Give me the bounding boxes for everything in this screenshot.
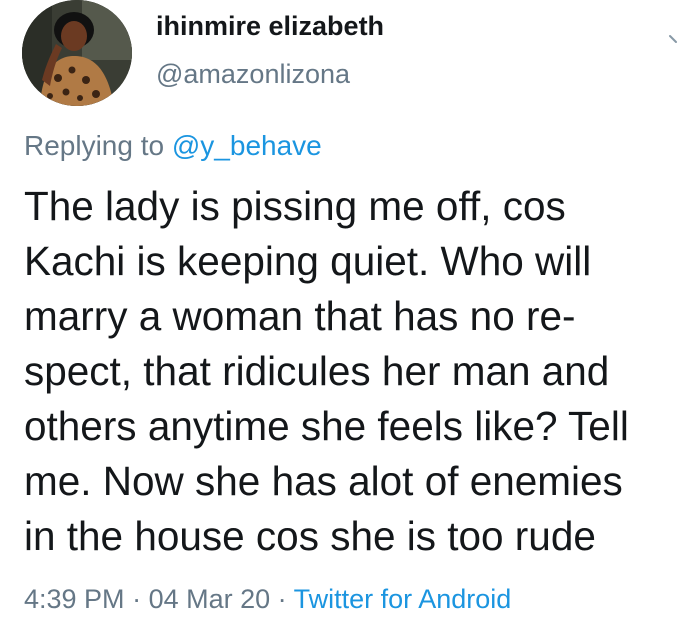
meta-separator: · — [124, 584, 149, 614]
reply-to-link[interactable]: @y_behave — [172, 130, 322, 161]
tweet-line: spect, that ridicules her man and — [24, 348, 610, 394]
user-handle[interactable]: @amazonlizona — [156, 59, 350, 90]
tweet-line: marry a woman that has no re- — [24, 293, 576, 339]
tweet-line: in the house cos she is too rude — [24, 513, 596, 559]
display-name[interactable]: ihinmire elizabeth — [156, 11, 384, 42]
tweet-meta: 4:39 PM · 04 Mar 20 · Twitter for Androi… — [24, 584, 511, 615]
tweet-line: me. Now she has alot of enemies — [24, 458, 623, 504]
avatar[interactable] — [22, 0, 132, 106]
reply-context: Replying to @y_behave — [24, 130, 322, 162]
chevron-down-icon[interactable] — [668, 22, 684, 46]
profile-photo — [22, 0, 132, 106]
tweet-line: The lady is pissing me off, cos — [24, 183, 566, 229]
meta-separator: · — [270, 584, 294, 614]
reply-prefix: Replying to — [24, 130, 172, 161]
tweet-line: Kachi is keeping quiet. Who will — [24, 238, 592, 284]
tweet-line: others anytime she feels like? Tell — [24, 403, 629, 449]
tweet-text: The lady is pissing me off, cos Kachi is… — [24, 179, 684, 564]
tweet-date[interactable]: 04 Mar 20 — [149, 584, 271, 614]
tweet-source[interactable]: Twitter for Android — [294, 584, 512, 614]
tweet-time[interactable]: 4:39 PM — [24, 584, 125, 614]
